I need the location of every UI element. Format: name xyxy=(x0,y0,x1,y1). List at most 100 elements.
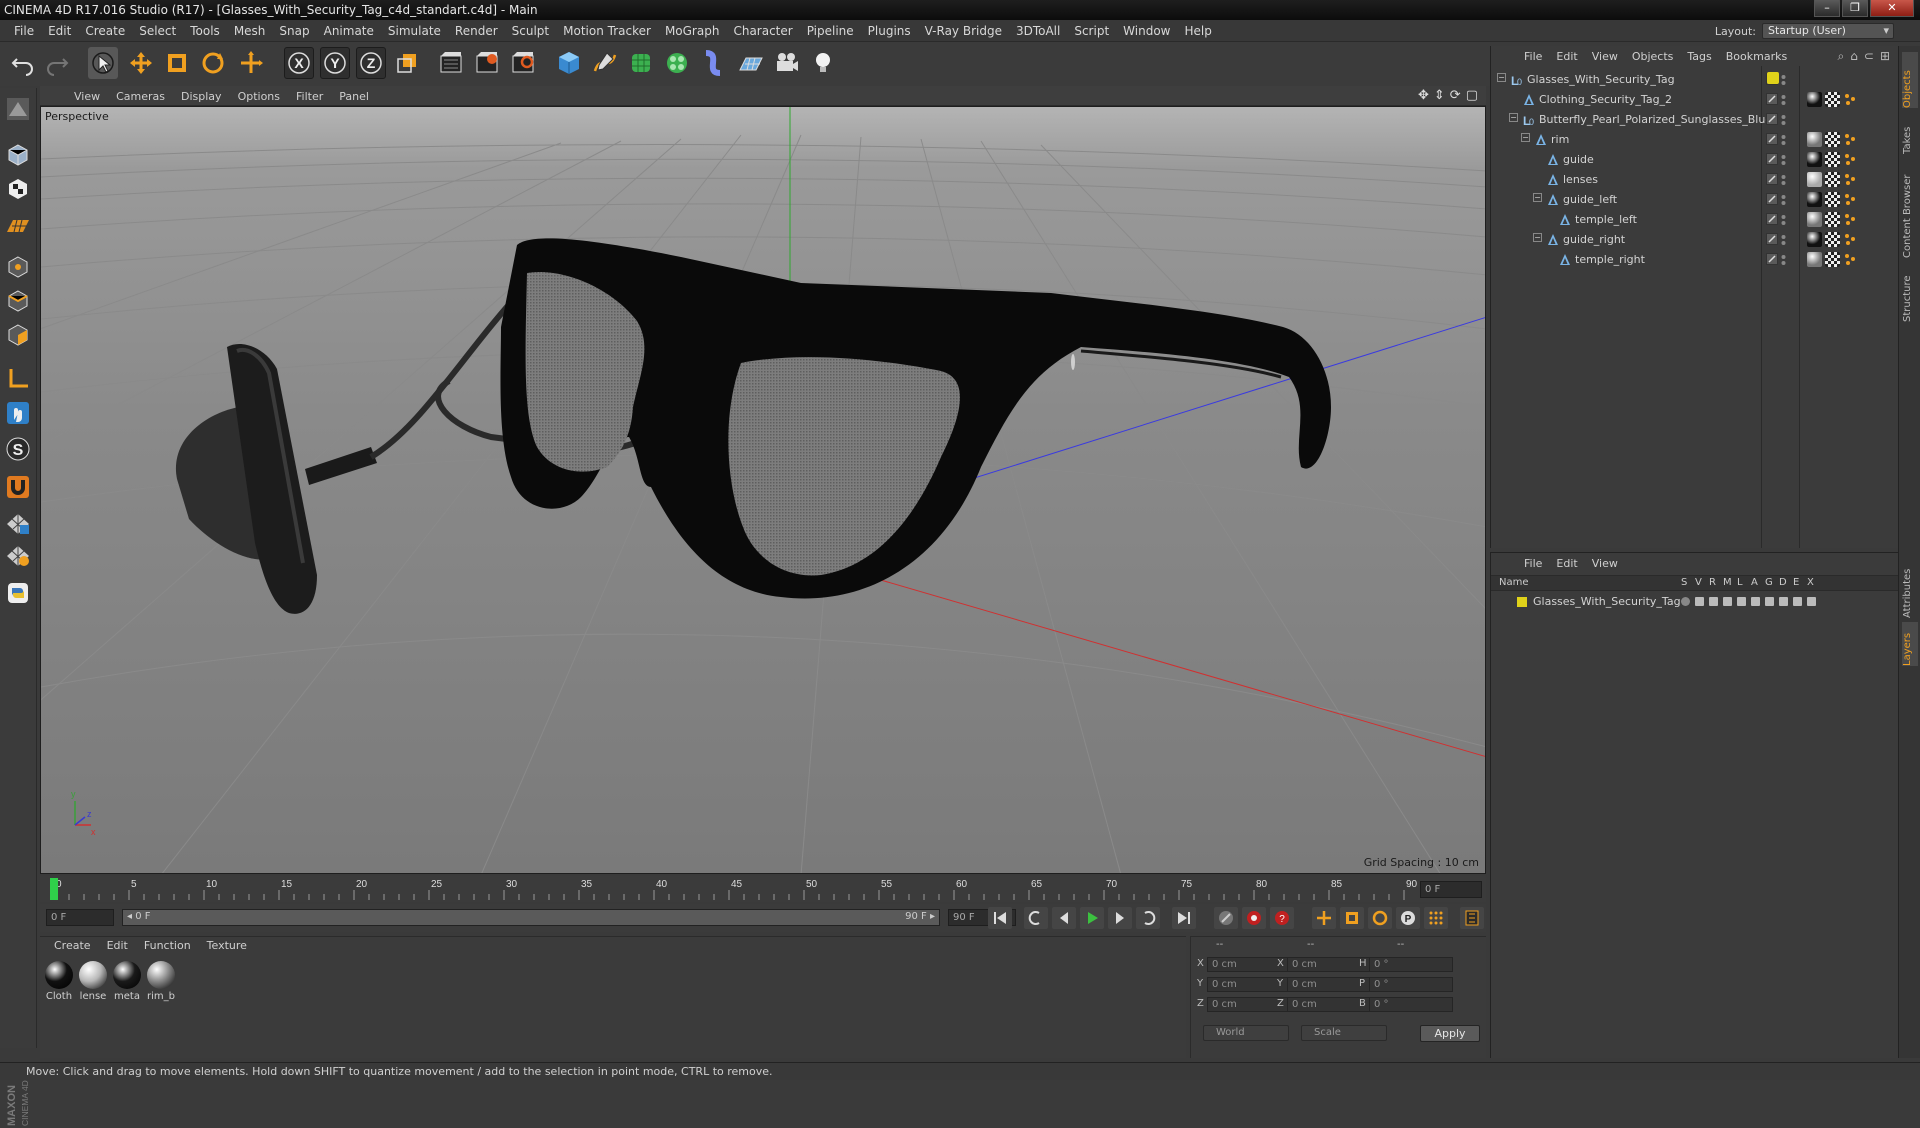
key-position-icon[interactable] xyxy=(1312,907,1336,929)
edit-render-settings-icon[interactable] xyxy=(508,47,538,79)
record-keyframes-icon[interactable] xyxy=(1214,907,1238,929)
viewport-menu-options[interactable]: Options xyxy=(230,90,288,103)
keyframe-selection-icon[interactable]: ? xyxy=(1270,907,1294,929)
layer-column-header[interactable]: R xyxy=(1709,577,1716,588)
z-axis-icon[interactable]: Z xyxy=(356,47,386,79)
object-tag-icon[interactable] xyxy=(1843,172,1858,187)
key-scale-icon[interactable] xyxy=(1340,907,1364,929)
tab-layers[interactable]: Layers xyxy=(1902,622,1918,666)
material-swatch[interactable]: Cloth xyxy=(44,961,74,1002)
coord-value-field[interactable]: 0 ° xyxy=(1369,977,1453,992)
visibility-dots-icon[interactable] xyxy=(1781,214,1786,226)
key-parameter-icon[interactable]: P xyxy=(1396,907,1420,929)
object-row[interactable]: temple_left xyxy=(1491,210,1899,230)
material-swatch[interactable]: rim_b xyxy=(146,961,176,1002)
material-swatch[interactable]: lense xyxy=(78,961,108,1002)
frame-range-slider[interactable]: ◂ 0 F 90 F ▸ xyxy=(122,909,940,926)
coord-value-field[interactable]: 0 ° xyxy=(1369,997,1453,1012)
layer-column-header[interactable]: S xyxy=(1681,577,1687,588)
viewport-perspective[interactable]: y x z Perspective Grid Spacing : 10 cm xyxy=(40,106,1486,874)
object-tag-icon[interactable] xyxy=(1843,212,1858,227)
layer-flag-icon[interactable] xyxy=(1709,597,1718,606)
autokeying-icon[interactable] xyxy=(1242,907,1266,929)
object-name[interactable]: temple_left xyxy=(1575,213,1637,226)
layer-column-header[interactable]: M xyxy=(1723,577,1732,588)
points-mode-icon[interactable] xyxy=(3,252,33,282)
texture-mode-icon[interactable] xyxy=(3,174,33,204)
cloner-icon[interactable] xyxy=(662,47,692,79)
object-tag-icon[interactable] xyxy=(1807,252,1822,267)
object-row[interactable]: temple_right xyxy=(1491,250,1899,270)
layer-edit-icon[interactable] xyxy=(1766,93,1778,105)
layer-edit-icon[interactable] xyxy=(1766,133,1778,145)
coord-value-field[interactable]: 0 ° xyxy=(1369,957,1453,972)
search-icon[interactable]: ⌕ xyxy=(1838,49,1845,64)
layer-column-header[interactable]: V xyxy=(1695,577,1702,588)
object-name[interactable]: guide_left xyxy=(1563,193,1617,206)
menu-simulate[interactable]: Simulate xyxy=(381,24,448,38)
object-tag-icon[interactable] xyxy=(1807,92,1822,107)
object-row[interactable]: Clothing_Security_Tag_2 xyxy=(1491,90,1899,110)
last-tool-icon[interactable] xyxy=(236,47,266,79)
dolly-icon[interactable]: ⇕ xyxy=(1434,88,1445,103)
menu-motion-tracker[interactable]: Motion Tracker xyxy=(556,24,658,38)
menu-snap[interactable]: Snap xyxy=(272,24,316,38)
object-tag-icon[interactable] xyxy=(1807,132,1822,147)
object-name[interactable]: guide_right xyxy=(1563,233,1625,246)
object-tag-icon[interactable] xyxy=(1843,252,1858,267)
visibility-dots-icon[interactable] xyxy=(1781,154,1786,166)
visibility-dots-icon[interactable] xyxy=(1781,234,1786,246)
minimize-button[interactable]: – xyxy=(1814,0,1840,17)
layer-menu-edit[interactable]: Edit xyxy=(1549,553,1584,573)
render-picture-viewer-icon[interactable] xyxy=(472,47,502,79)
camera-icon[interactable] xyxy=(772,47,802,79)
object-row[interactable]: − rim xyxy=(1491,130,1899,150)
tab-takes[interactable]: Takes xyxy=(1902,114,1918,154)
snap-icon[interactable]: S xyxy=(3,434,33,464)
expand-toggle-icon[interactable]: − xyxy=(1521,133,1530,142)
object-tag-icon[interactable] xyxy=(1843,132,1858,147)
object-tag-icon[interactable] xyxy=(1843,92,1858,107)
object-tag-icon[interactable] xyxy=(1825,252,1840,267)
sculpt-icon[interactable] xyxy=(3,94,33,124)
soft-selection-icon[interactable] xyxy=(3,540,33,570)
pan-icon[interactable]: ✥ xyxy=(1418,88,1429,103)
visibility-dots-icon[interactable] xyxy=(1781,134,1786,146)
layer-flag-icon[interactable] xyxy=(1737,597,1746,606)
tab-attributes[interactable]: Attributes xyxy=(1902,554,1918,618)
cube-primitive-icon[interactable] xyxy=(554,47,584,79)
menu-tools[interactable]: Tools xyxy=(183,24,227,38)
layer-flag-icon[interactable] xyxy=(1779,597,1788,606)
object-row[interactable]: lenses xyxy=(1491,170,1899,190)
key-point-level-icon[interactable] xyxy=(1424,907,1448,929)
y-axis-icon[interactable]: Y xyxy=(320,47,350,79)
viewport-menu-filter[interactable]: Filter xyxy=(288,90,331,103)
previous-keyframe-icon[interactable] xyxy=(1024,907,1048,929)
menu-3dtoall[interactable]: 3DToAll xyxy=(1009,24,1067,38)
expand-toggle-icon[interactable]: − xyxy=(1509,113,1518,122)
visibility-dots-icon[interactable] xyxy=(1781,194,1786,206)
object-tag-icon[interactable] xyxy=(1807,212,1822,227)
layer-column-header[interactable]: L xyxy=(1737,577,1743,588)
coordinate-space-select[interactable]: World xyxy=(1203,1025,1289,1041)
object-tag-icon[interactable] xyxy=(1843,152,1858,167)
object-menu-file[interactable]: File xyxy=(1517,46,1549,66)
viewport-menu-panel[interactable]: Panel xyxy=(331,90,377,103)
undo-icon[interactable] xyxy=(8,47,38,79)
layer-flag-icon[interactable] xyxy=(1723,597,1732,606)
link-icon[interactable]: ⊂ xyxy=(1864,49,1874,64)
menu-mesh[interactable]: Mesh xyxy=(227,24,273,38)
light-icon[interactable] xyxy=(808,47,838,79)
object-tag-icon[interactable] xyxy=(1825,152,1840,167)
menu-file[interactable]: File xyxy=(7,24,41,38)
object-menu-bookmarks[interactable]: Bookmarks xyxy=(1719,46,1794,66)
layer-flag-icon[interactable] xyxy=(1793,597,1802,606)
timeline[interactable]: 0 5 10 15 20 25 30 35 40 45 50 55 60 65 70 75 80 85 90 0 F xyxy=(40,876,1486,902)
menu-window[interactable]: Window xyxy=(1116,24,1177,38)
timeline-ruler[interactable]: 0 5 10 15 20 25 30 35 40 45 50 55 60 65 70 75 80 85 90 xyxy=(40,876,1486,902)
visibility-dots-icon[interactable] xyxy=(1781,114,1786,126)
layer-column-header[interactable]: X xyxy=(1807,577,1814,588)
transform-mode-select[interactable]: Scale xyxy=(1301,1025,1387,1041)
expand-toggle-icon[interactable]: − xyxy=(1533,193,1542,202)
object-row[interactable]: − guide_left xyxy=(1491,190,1899,210)
